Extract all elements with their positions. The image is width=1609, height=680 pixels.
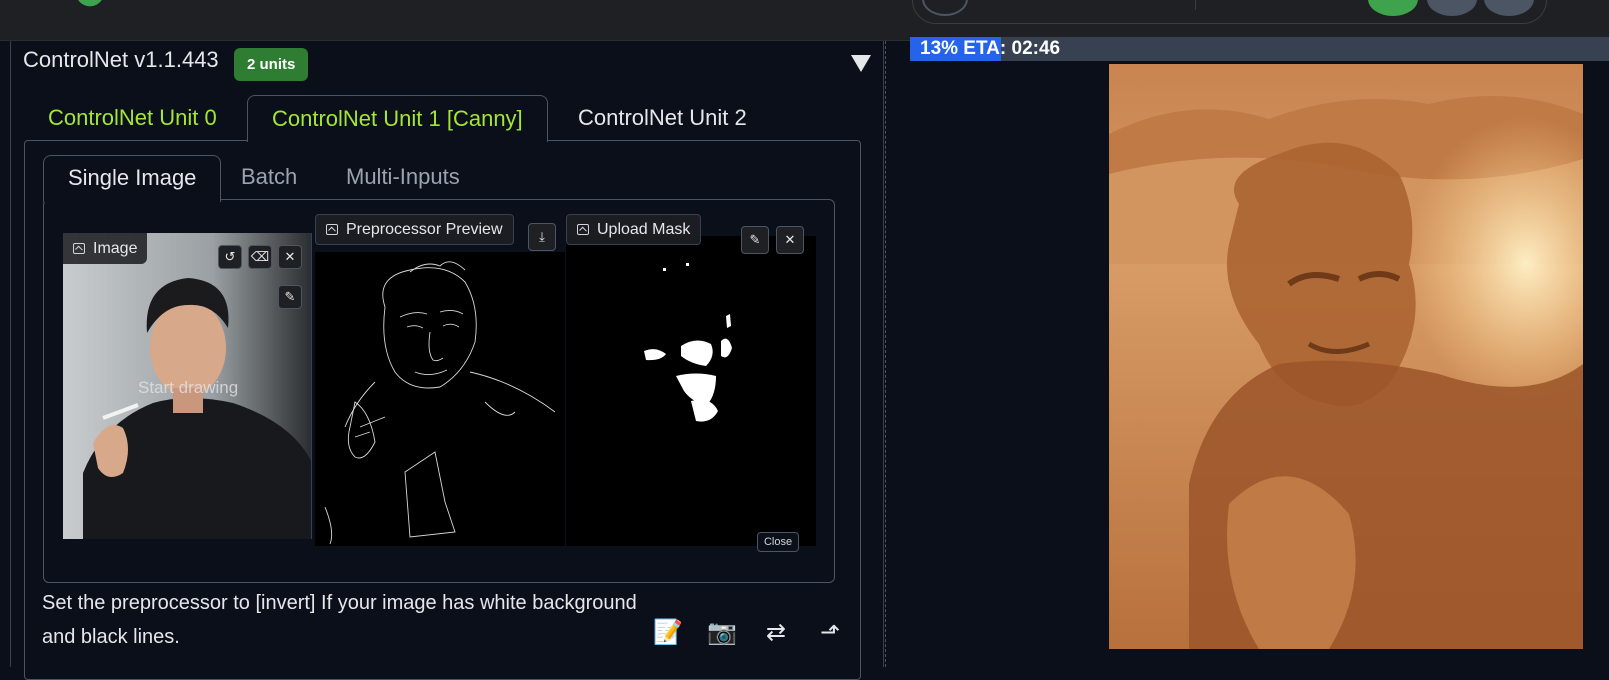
tab-multi-inputs[interactable]: Multi-Inputs <box>322 155 484 201</box>
hint-text: Set the preprocessor to [invert] If your… <box>42 592 637 648</box>
mask-image <box>566 236 816 546</box>
top-bar <box>0 0 1609 41</box>
camera-icon[interactable]: 📷 <box>705 616 739 650</box>
memo-icon[interactable]: 📝 <box>651 616 685 650</box>
mask-close-icon[interactable]: ✕ <box>776 226 804 254</box>
preview-label: Preprocessor Preview <box>346 221 503 238</box>
send-icon[interactable]: ⬏ <box>813 616 847 650</box>
upload-mask-canvas[interactable] <box>566 236 816 546</box>
tool-icons: 📝 📷 ⇄ ⬏ <box>651 616 847 650</box>
controlnet-panel: ControlNet v1.1.443 2 units ControlNet U… <box>10 41 884 680</box>
single-image-panel: Image ↺ ⌫ ✕ ✎ Start drawing Preprocessor… <box>43 199 835 583</box>
progress-text: 13% ETA: 02:46 <box>920 38 1061 59</box>
image-icon <box>73 243 85 254</box>
header-divider <box>1195 0 1196 10</box>
mask-label-chip: Upload Mask <box>566 214 702 245</box>
result-image[interactable] <box>1109 64 1583 649</box>
start-drawing-overlay: Start drawing <box>138 378 239 397</box>
image-label: Image <box>93 240 138 257</box>
tab-single-image[interactable]: Single Image <box>43 155 222 202</box>
eraser-icon[interactable]: ⌫ <box>248 245 272 269</box>
desert-portrait-output <box>1109 64 1583 649</box>
canny-edge-map <box>324 261 556 545</box>
tab-unit-0[interactable]: ControlNet Unit 0 <box>24 95 241 141</box>
image-icon <box>326 224 338 235</box>
swap-icon[interactable]: ⇄ <box>759 616 793 650</box>
tab-unit-2[interactable]: ControlNet Unit 2 <box>554 95 771 141</box>
logo-leaf-icon <box>76 0 108 11</box>
mask-close-button[interactable]: Close <box>757 532 799 552</box>
mask-label: Upload Mask <box>597 221 691 238</box>
image-label-chip: Image <box>63 233 148 264</box>
image-canvas[interactable]: Image ↺ ⌫ ✕ ✎ Start drawing <box>63 233 312 539</box>
preview-label-chip: Preprocessor Preview <box>315 214 514 245</box>
tab-unit-1[interactable]: ControlNet Unit 1 [Canny] <box>247 95 548 142</box>
units-badge: 2 units <box>234 48 309 81</box>
output-panel: 13% ETA: 02:46 <box>910 37 1609 667</box>
undo-icon[interactable]: ↺ <box>218 245 242 269</box>
download-icon[interactable]: ⤓ <box>528 223 556 251</box>
clear-close-icon[interactable]: ✕ <box>278 245 302 269</box>
image-icon <box>577 224 589 235</box>
tab-batch[interactable]: Batch <box>217 155 321 201</box>
progress-bar: 13% ETA: 02:46 <box>910 37 1609 61</box>
edit-pencil-icon[interactable]: ✎ <box>741 226 769 254</box>
collapse-triangle-icon[interactable] <box>851 55 871 72</box>
brush-icon[interactable]: ✎ <box>278 285 302 309</box>
preprocessor-preview-canvas <box>315 252 565 546</box>
panel-divider <box>885 41 897 667</box>
controlnet-title[interactable]: ControlNet v1.1.443 <box>23 47 219 73</box>
